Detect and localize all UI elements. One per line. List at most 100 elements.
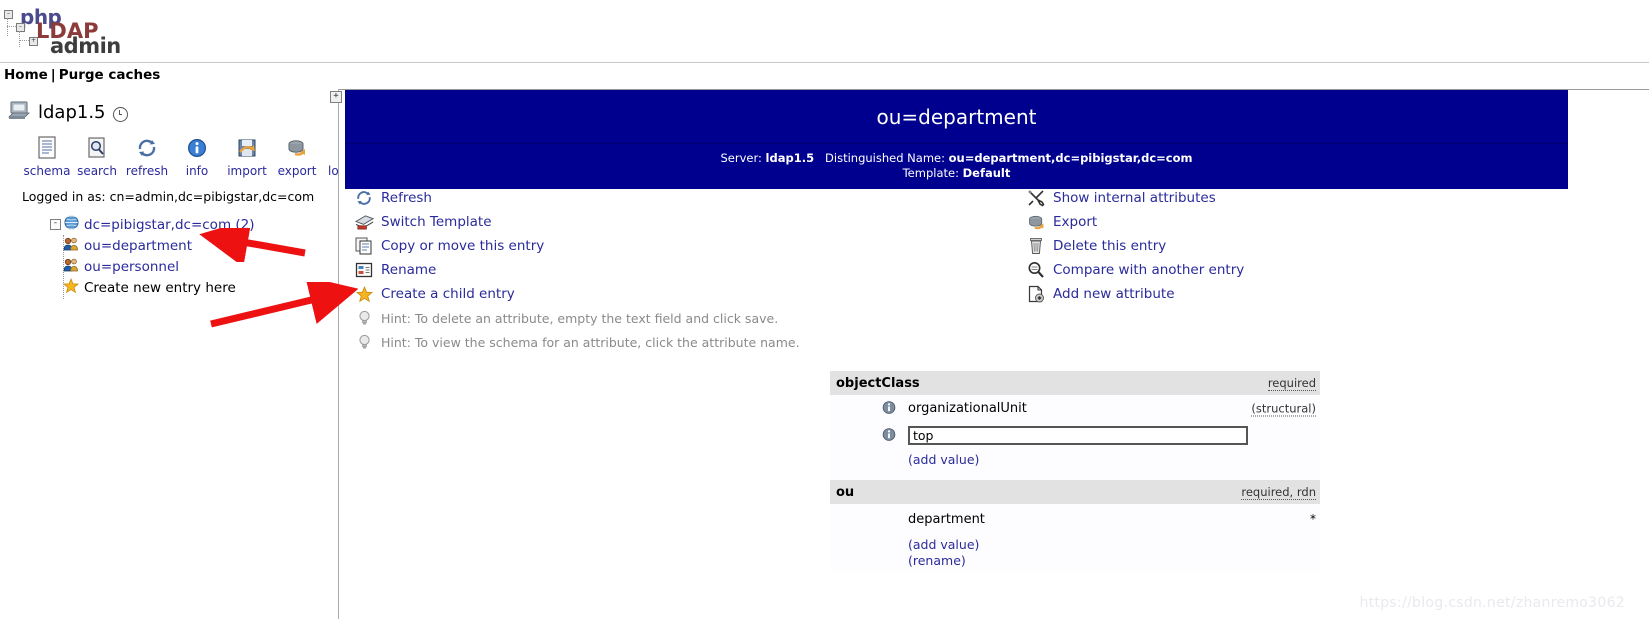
schema-document-icon <box>22 135 72 161</box>
info-circle-icon[interactable] <box>882 399 896 418</box>
tree-label-create-new-entry[interactable]: Create new entry here <box>84 280 236 296</box>
globe-icon <box>62 215 81 234</box>
info-circle-icon[interactable] <box>882 426 896 445</box>
action-label-create-child-entry[interactable]: Create a child entry <box>381 286 515 302</box>
entry-actions-left: Refresh Switch Template Copy or move thi… <box>353 186 973 354</box>
action-refresh[interactable]: Refresh <box>353 186 973 210</box>
attribute-structural-note[interactable]: (structural) <box>1251 401 1316 416</box>
tree-item-ou-personnel[interactable]: ou=personnel <box>50 256 255 277</box>
export-disk-icon <box>1025 213 1047 232</box>
action-create-child-entry[interactable]: Create a child entry <box>353 282 973 306</box>
tree-label-ou-department[interactable]: ou=department <box>84 238 192 254</box>
action-export[interactable]: Export <box>1025 210 1545 234</box>
action-rename[interactable]: Rename <box>353 258 973 282</box>
add-value-link[interactable]: (add value) <box>908 537 1320 553</box>
tree-root-row: - dc=pibigstar,dc=com (2) <box>50 214 255 235</box>
entry-actions-right: Show internal attributes Export Delete t… <box>1025 186 1545 306</box>
entry-subheader: Server: ldap1.5 Distinguished Name: ou=d… <box>345 144 1568 189</box>
attribute-values-ou: department * (add value) (rename) <box>830 504 1320 571</box>
action-label-show-internal-attributes[interactable]: Show internal attributes <box>1053 190 1216 206</box>
action-label-delete-this-entry[interactable]: Delete this entry <box>1053 238 1166 254</box>
compare-magnifier-icon <box>1025 261 1047 279</box>
action-label-switch-template[interactable]: Switch Template <box>381 214 492 230</box>
logo-tree-branch-1 <box>7 26 16 27</box>
hint-delete-attribute: Hint: To delete an attribute, empty the … <box>353 306 973 330</box>
logo-tree-branch-2 <box>19 40 29 41</box>
action-label-rename[interactable]: Rename <box>381 262 436 278</box>
toolbar-item-schema[interactable]: schema <box>22 135 72 178</box>
action-copy-or-move[interactable]: Copy or move this entry <box>353 234 973 258</box>
logout-door-icon <box>322 135 338 161</box>
trash-icon <box>1025 237 1047 255</box>
attribute-input-top[interactable] <box>908 426 1248 445</box>
attribute-flags-objectclass[interactable]: required <box>1267 376 1316 391</box>
panel-expand-button[interactable]: + <box>330 91 342 103</box>
action-show-internal-attributes[interactable]: Show internal attributes <box>1025 186 1545 210</box>
toolbar-label-import: import <box>227 164 267 178</box>
hint-view-schema: Hint: To view the schema for an attribut… <box>353 330 973 354</box>
logo-tree-node-2: – <box>16 23 25 32</box>
server-name: ldap1.5 <box>38 102 106 123</box>
star-icon <box>62 277 80 298</box>
attribute-name-objectclass[interactable]: objectClass <box>836 376 920 391</box>
attribute-addvalue-objectclass: (add value) <box>830 449 1320 470</box>
tree-item-ou-department[interactable]: ou=department <box>50 235 255 256</box>
add-value-link[interactable]: (add value) <box>908 452 1320 468</box>
action-label-compare-with-another-entry[interactable]: Compare with another entry <box>1053 262 1244 278</box>
refresh-arrows-icon <box>122 135 172 161</box>
server-computer-icon <box>8 101 30 124</box>
action-compare-with-another-entry[interactable]: Compare with another entry <box>1025 258 1545 282</box>
tree-expander-collapse[interactable]: - <box>50 219 61 230</box>
ou-people-icon <box>63 236 79 256</box>
tools-icon <box>1025 189 1047 207</box>
action-delete-this-entry[interactable]: Delete this entry <box>1025 234 1545 258</box>
attribute-value-organizationalunit: organizationalUnit <box>908 401 1027 416</box>
attribute-name-ou[interactable]: ou <box>836 485 854 500</box>
tree-label-ou-personnel[interactable]: ou=personnel <box>84 259 179 275</box>
toolbar-item-import[interactable]: import <box>222 135 272 178</box>
attribute-value-department: department <box>908 511 985 527</box>
phpldapadmin-page: – php – LDAP + admin Home|Purge caches <box>0 0 1649 619</box>
attribute-block-ou: ou required, rdn department * (add value… <box>830 480 1320 571</box>
nav-purge-caches-link[interactable]: Purge caches <box>59 67 161 83</box>
attribute-value-row <box>830 422 1320 449</box>
action-switch-template[interactable]: Switch Template <box>353 210 973 234</box>
entry-server-value: ldap1.5 <box>765 151 815 165</box>
phpldapadmin-logo: – php – LDAP + admin <box>4 4 134 58</box>
action-label-add-new-attribute[interactable]: Add new attribute <box>1053 286 1175 302</box>
lightbulb-icon <box>353 310 375 327</box>
toolbar-item-search[interactable]: search <box>72 135 122 178</box>
toolbar-item-logout[interactable]: logout <box>322 135 339 178</box>
attribute-block-objectclass: objectClass required organizationalUnit <box>830 371 1320 480</box>
left-sidebar: ldap1.5 schema search refresh info impor… <box>0 89 339 619</box>
action-label-refresh[interactable]: Refresh <box>381 190 432 206</box>
action-add-new-attribute[interactable]: Add new attribute <box>1025 282 1545 306</box>
logo-tree-line-1 <box>7 18 8 36</box>
action-label-export[interactable]: Export <box>1053 214 1097 230</box>
logo-tree-node-3: + <box>29 37 38 46</box>
entry-template-label: Template: <box>902 166 959 180</box>
rename-link[interactable]: (rename) <box>908 553 1320 569</box>
sidebar-toolbar: schema search refresh info import export… <box>22 135 339 178</box>
rename-icon <box>353 261 375 279</box>
attributes-table: objectClass required organizationalUnit <box>830 371 1320 571</box>
ou-people-icon <box>63 257 79 277</box>
search-magnifier-icon <box>72 135 122 161</box>
attribute-addvalue-ou: (add value) (rename) <box>830 534 1320 571</box>
toolbar-label-export: export <box>277 164 317 178</box>
toolbar-label-logout: logout <box>328 164 339 178</box>
toolbar-item-export[interactable]: export <box>272 135 322 178</box>
info-circle-icon <box>172 135 222 161</box>
tree-item-create-new-entry[interactable]: Create new entry here <box>50 277 255 298</box>
refresh-arrows-icon <box>353 189 375 207</box>
entry-dn-value: ou=department,dc=pibigstar,dc=com <box>948 151 1193 165</box>
tree-root-label[interactable]: dc=pibigstar,dc=com (2) <box>84 217 255 233</box>
nav-home-link[interactable]: Home <box>4 67 48 83</box>
server-row: ldap1.5 <box>8 101 128 124</box>
logged-in-as-text: Logged in as: cn=admin,dc=pibigstar,dc=c… <box>22 189 315 204</box>
toolbar-item-refresh[interactable]: refresh <box>122 135 172 178</box>
toolbar-item-info[interactable]: info <box>172 135 222 178</box>
action-label-copy-or-move[interactable]: Copy or move this entry <box>381 238 544 254</box>
attribute-header-ou: ou required, rdn <box>830 480 1320 504</box>
attribute-flags-ou[interactable]: required, rdn <box>1241 485 1316 500</box>
